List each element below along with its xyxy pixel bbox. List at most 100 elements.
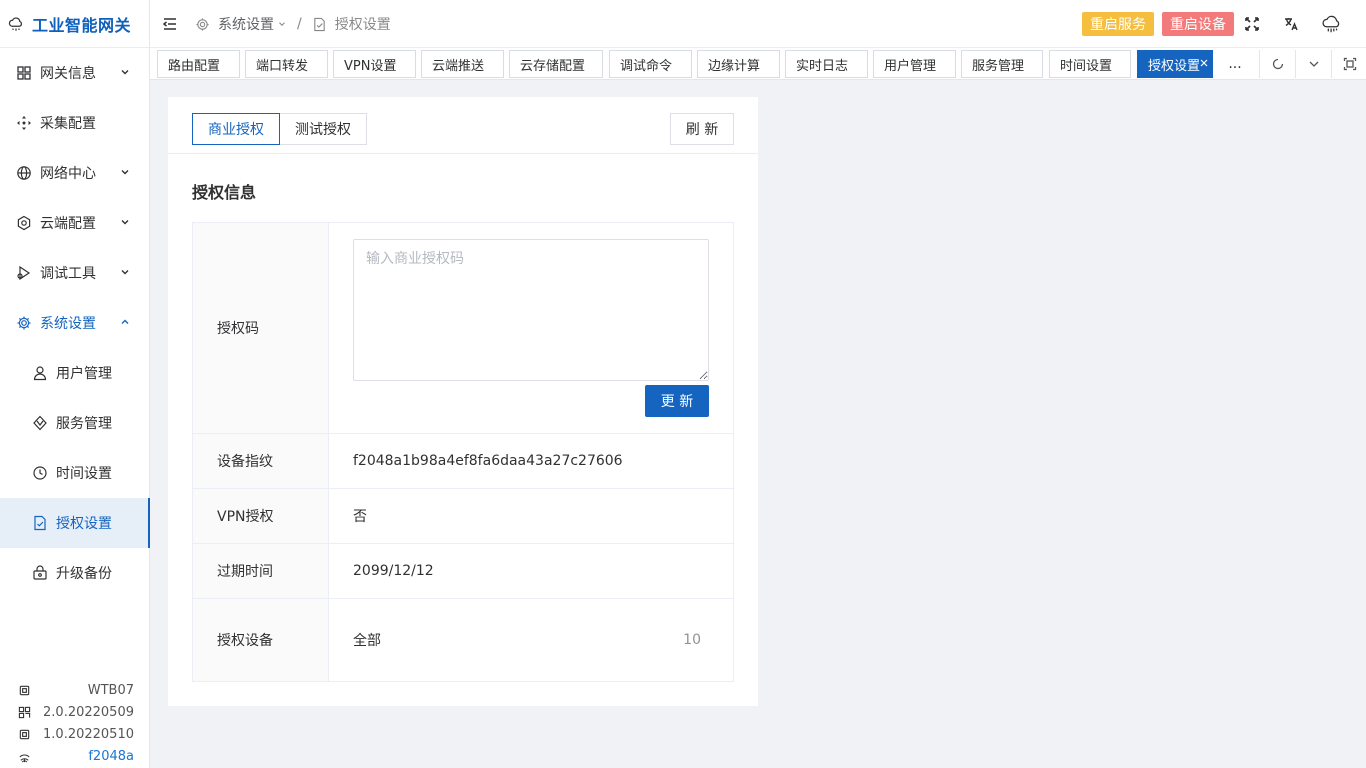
maximize-icon [1343,57,1357,71]
chevron-down-icon [119,266,131,278]
tab-label: 边缘计算 [708,58,761,74]
sidebar-item-system[interactable]: 系统设置 [0,298,150,348]
sidebar-item-label: 时间设置 [56,466,112,482]
expire-value: 2099/12/12 [353,563,434,579]
tab-user-management[interactable]: 用户管理 [873,50,956,78]
tabs-refresh-button[interactable] [1259,50,1295,78]
fingerprint-label: 设备指纹 [193,434,329,488]
tab-route-config[interactable]: 路由配置 [157,50,240,78]
firmware-version: 2.0.20220509 [43,704,134,720]
chevron-up-icon [119,316,131,328]
tab-time-settings[interactable]: 时间设置 [1049,50,1131,78]
tab-realtime-log[interactable]: 实时日志 [785,50,868,78]
breadcrumb-parent[interactable]: 系统设置 [218,14,274,34]
tab-service-management[interactable]: 服务管理 [961,50,1043,78]
sidebar-subitem-license-settings[interactable]: 授权设置 [0,498,150,548]
sidebar-item-label: 升级备份 [56,566,112,582]
tab-label: 调试命令 [620,58,673,74]
tab-debug-command[interactable]: 调试命令 [609,50,692,78]
top-header: 系统设置 / 授权设置 重启服务 重启设备 [150,0,1366,48]
tabs-more-button[interactable]: ... [1215,50,1255,78]
sidebar-item-label: 采集配置 [40,116,96,132]
sidebar-item-label: 调试工具 [40,266,96,282]
tab-label: VPN设置 [344,58,397,74]
tab-label: 云端推送 [432,58,485,74]
tab-label: 时间设置 [1060,58,1113,74]
sidebar-subitem-upgrade-backup[interactable]: 升级备份 [0,548,150,598]
chip-icon [18,684,31,697]
sidebar-item-label: 服务管理 [56,416,112,432]
tab-port-forward[interactable]: 端口转发 [245,50,328,78]
sidebar-subitem-time-settings[interactable]: 时间设置 [0,448,150,498]
close-icon[interactable] [1199,58,1209,68]
sidebar-subitem-user-management[interactable]: 用户管理 [0,348,150,398]
software-version-row: 1.0.20220510 [0,723,150,745]
divider [168,153,758,154]
sidebar-item-gateway-info[interactable]: 网关信息 [0,48,150,98]
tabs-maximize-button[interactable] [1331,50,1366,78]
tab-commercial-license[interactable]: 商业授权 [192,113,280,145]
breadcrumb: 系统设置 / 授权设置 [195,0,391,48]
chevron-down-icon [1307,57,1321,71]
expire-label: 过期时间 [193,544,329,598]
chevron-down-icon[interactable] [277,19,287,29]
license-info-table: 授权码 更 新 设备指纹 f2048a1b98a4ef8fa6daa43a27c… [192,222,734,682]
update-button[interactable]: 更 新 [645,385,709,417]
sidebar-item-label: 云端配置 [40,216,96,232]
menu-fold-icon[interactable] [162,16,178,32]
sidebar-item-cloud[interactable]: 云端配置 [0,198,150,248]
sidebar-item-debug[interactable]: 调试工具 [0,248,150,298]
sidebar-item-label: 授权设置 [56,516,112,532]
settings-cloud-icon [16,215,32,231]
translate-icon[interactable] [1281,14,1301,34]
tab-vpn-settings[interactable]: VPN设置 [333,50,416,78]
tab-cloud-storage[interactable]: 云存储配置 [509,50,603,78]
grid-icon [16,65,32,81]
tab-label: 云存储配置 [520,58,586,74]
fingerprint-short-link[interactable]: f2048a [88,749,134,764]
upgrade-icon [32,565,48,581]
tab-label: 实时日志 [796,58,849,74]
tabs-dropdown-button[interactable] [1295,50,1331,78]
license-code-input[interactable] [353,239,709,381]
table-row-vpn: VPN授权 否 [193,489,733,544]
restart-device-button[interactable]: 重启设备 [1162,12,1234,36]
devices-label: 授权设备 [193,599,329,681]
refresh-icon [1271,57,1285,71]
devices-cell: 全部 10 [329,599,733,681]
table-row-fingerprint: 设备指纹 f2048a1b98a4ef8fa6daa43a27c27606 [193,434,733,489]
debug-icon [16,265,32,281]
table-row-devices: 授权设备 全部 10 [193,599,733,681]
license-icon [312,17,327,32]
tab-edge-computing[interactable]: 边缘计算 [697,50,780,78]
tab-test-license[interactable]: 测试授权 [279,113,367,145]
app-logo[interactable]: 工业智能网关 [0,0,149,48]
tab-cloud-push[interactable]: 云端推送 [421,50,504,78]
vpn-license-label: VPN授权 [193,489,329,543]
devices-value: 全部 [353,633,381,649]
sidebar-subitem-service-management[interactable]: 服务管理 [0,398,150,448]
firmware-version-row: 2.0.20220509 [0,701,150,723]
sidebar-item-network[interactable]: 网络中心 [0,148,150,198]
globe-icon [16,165,32,181]
chevron-down-icon [119,216,131,228]
refresh-button[interactable]: 刷 新 [670,113,734,145]
restart-service-button[interactable]: 重启服务 [1082,12,1154,36]
tab-license-settings[interactable]: 授权设置 [1137,50,1213,78]
section-title: 授权信息 [192,183,257,202]
sidebar-item-collection[interactable]: 采集配置 [0,98,150,148]
sidebar: 工业智能网关 网关信息 采集配置 网络中心 云端配置 调试工具 系统设置 用户管… [0,0,150,768]
cloud-gateway-icon[interactable] [1320,12,1344,36]
cloud-gateway-icon [7,15,25,33]
license-card: 商业授权 测试授权 刷 新 授权信息 授权码 更 新 设备指纹 f2048a1b… [168,97,758,706]
breadcrumb-separator: / [297,16,302,32]
fingerprint-icon [18,750,31,763]
user-icon [32,365,48,381]
sidebar-item-label: 网关信息 [40,66,96,82]
fullscreen-icon[interactable] [1242,14,1262,34]
chip-icon [18,728,31,741]
software-version: 1.0.20220510 [43,726,134,742]
devices-count: 10 [683,632,701,648]
gear-icon [16,315,32,331]
sidebar-item-label: 用户管理 [56,366,112,382]
